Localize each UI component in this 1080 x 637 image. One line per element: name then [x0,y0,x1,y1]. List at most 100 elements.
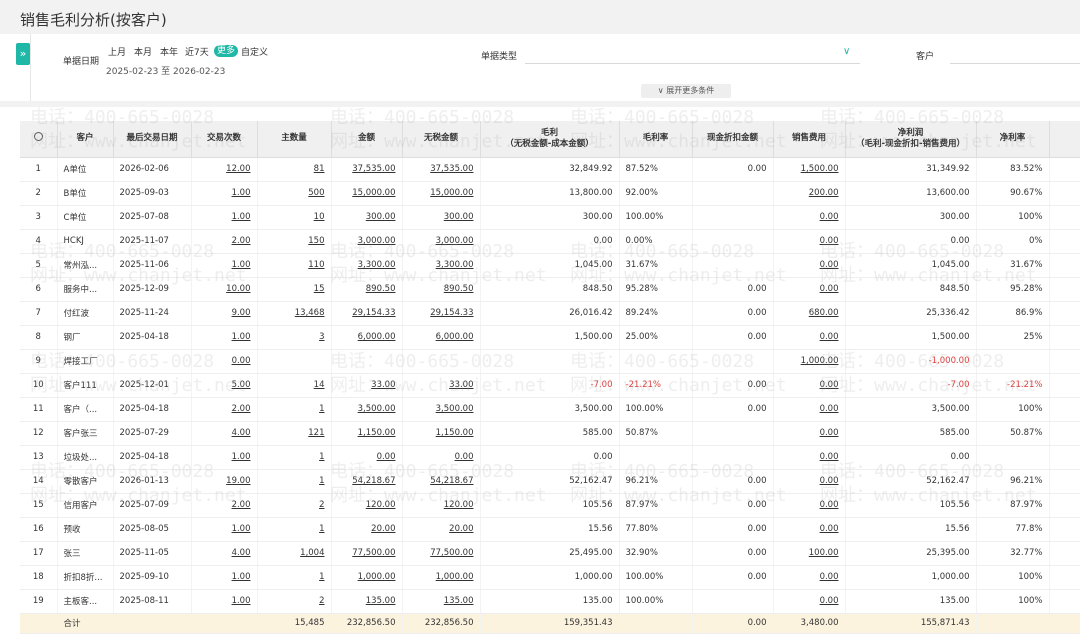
count-link[interactable]: 10.00 [191,277,258,302]
amount-link[interactable]: 890.50 [331,277,403,302]
expense-link-text[interactable]: 0.00 [820,404,839,414]
qty-link-text[interactable]: 1 [319,476,324,486]
amount-link-text[interactable]: 29,154.33 [352,308,395,318]
expense-link[interactable]: 0.00 [773,397,846,422]
qty-link-text[interactable]: 13,468 [295,308,325,318]
count-link-text[interactable]: 2.00 [232,236,251,246]
amount-link-text[interactable]: 77,500.00 [352,548,395,558]
expense-link[interactable]: 0.00 [773,421,846,446]
notax-link[interactable]: 15,000.00 [402,181,481,206]
count-link[interactable]: 5.00 [191,373,258,398]
qty-link-text[interactable]: 121 [308,428,324,438]
notax-link-text[interactable]: 37,535.00 [430,164,473,174]
expense-link[interactable]: 0.00 [773,493,846,518]
amount-link[interactable]: 37,535.00 [331,157,403,182]
doc-type-select[interactable] [525,63,860,64]
notax-link[interactable]: 77,500.00 [402,541,481,566]
qty-link[interactable]: 81 [257,157,332,182]
amount-link[interactable]: 20.00 [331,517,403,542]
notax-link-text[interactable]: 29,154.33 [430,308,473,318]
range-last-7-days[interactable]: 近7天 [185,45,209,58]
qty-link[interactable]: 110 [257,253,332,278]
qty-link-text[interactable]: 1 [319,404,324,414]
notax-link-text[interactable]: 77,500.00 [430,548,473,558]
count-link-text[interactable]: 1.00 [232,572,251,582]
amount-link[interactable]: 1,150.00 [331,421,403,446]
amount-link-text[interactable]: 3,000.00 [358,236,396,246]
qty-link[interactable]: 13,468 [257,301,332,326]
amount-link-text[interactable]: 6,000.00 [358,332,396,342]
amount-link-text[interactable]: 1,150.00 [358,428,396,438]
qty-link[interactable] [257,349,332,374]
expense-link[interactable]: 0.00 [773,253,846,278]
amount-link-text[interactable]: 120.00 [366,500,396,510]
notax-link-text[interactable]: 120.00 [444,500,474,510]
qty-link[interactable]: 1 [257,469,332,494]
count-link-text[interactable]: 12.00 [226,164,250,174]
expense-link-text[interactable]: 1,000.00 [801,356,839,366]
expense-link-text[interactable]: 0.00 [820,212,839,222]
col-qty[interactable]: 主数量 [257,121,332,158]
expense-link-text[interactable]: 0.00 [820,236,839,246]
qty-link-text[interactable]: 14 [314,380,325,390]
notax-link[interactable]: 3,300.00 [402,253,481,278]
count-link[interactable]: 2.00 [191,229,258,254]
col-last-date[interactable]: 最后交易日期 [113,121,192,158]
count-link-text[interactable]: 2.00 [232,500,251,510]
count-link[interactable]: 12.00 [191,157,258,182]
count-link-text[interactable]: 19.00 [226,476,250,486]
collapse-toggle-button[interactable]: » [16,43,30,65]
col-discount[interactable]: 现金折扣金额 [692,121,774,158]
amount-link[interactable]: 54,218.67 [331,469,403,494]
expense-link-text[interactable]: 0.00 [820,260,839,270]
notax-link[interactable]: 33.00 [402,373,481,398]
range-last-month[interactable]: 上月 [108,45,126,58]
qty-link-text[interactable]: 15 [314,284,325,294]
notax-link-text[interactable]: 3,300.00 [436,260,474,270]
count-link[interactable]: 1.00 [191,181,258,206]
col-customer[interactable]: 客户 [57,121,114,158]
col-net-rate[interactable]: 净利率 [976,121,1050,158]
amount-link-text[interactable]: 15,000.00 [352,188,395,198]
notax-link-text[interactable]: 33.00 [449,380,473,390]
qty-link-text[interactable]: 500 [308,188,324,198]
qty-link[interactable]: 1,004 [257,541,332,566]
amount-link[interactable] [331,349,403,374]
amount-link-text[interactable]: 20.00 [371,524,395,534]
date-range-value[interactable]: 2025-02-23 至 2026-02-23 [106,64,225,77]
count-link[interactable]: 9.00 [191,301,258,326]
amount-link[interactable]: 3,000.00 [331,229,403,254]
expense-link-text[interactable]: 200.00 [809,188,839,198]
count-link[interactable]: 1.00 [191,205,258,230]
expense-link[interactable]: 100.00 [773,541,846,566]
qty-link-text[interactable]: 1 [319,452,324,462]
col-net[interactable]: 净利润 （毛利-现金折扣-销售费用） [845,121,977,158]
qty-link-text[interactable]: 2 [319,500,324,510]
count-link[interactable]: 4.00 [191,541,258,566]
expense-link-text[interactable]: 0.00 [820,428,839,438]
amount-link[interactable]: 3,300.00 [331,253,403,278]
count-link-text[interactable]: 1.00 [232,452,251,462]
amount-link[interactable]: 0.00 [331,445,403,470]
expense-link-text[interactable]: 680.00 [809,308,839,318]
expense-link[interactable]: 0.00 [773,205,846,230]
expense-link[interactable]: 1,500.00 [773,157,846,182]
qty-link[interactable]: 1 [257,397,332,422]
qty-link[interactable]: 14 [257,373,332,398]
qty-link[interactable]: 150 [257,229,332,254]
expense-link[interactable]: 0.00 [773,229,846,254]
expense-link-text[interactable]: 0.00 [820,500,839,510]
notax-link[interactable]: 0.00 [402,445,481,470]
qty-link-text[interactable]: 1,004 [300,548,324,558]
qty-link-text[interactable]: 81 [314,164,325,174]
amount-link-text[interactable]: 3,300.00 [358,260,396,270]
expense-link-text[interactable]: 0.00 [820,284,839,294]
qty-link[interactable]: 500 [257,181,332,206]
qty-link[interactable]: 15 [257,277,332,302]
qty-link[interactable]: 10 [257,205,332,230]
notax-link-text[interactable]: 6,000.00 [436,332,474,342]
count-link-text[interactable]: 4.00 [232,548,251,558]
notax-link[interactable]: 6,000.00 [402,325,481,350]
notax-link-text[interactable]: 300.00 [444,212,474,222]
count-link-text[interactable]: 1.00 [232,524,251,534]
